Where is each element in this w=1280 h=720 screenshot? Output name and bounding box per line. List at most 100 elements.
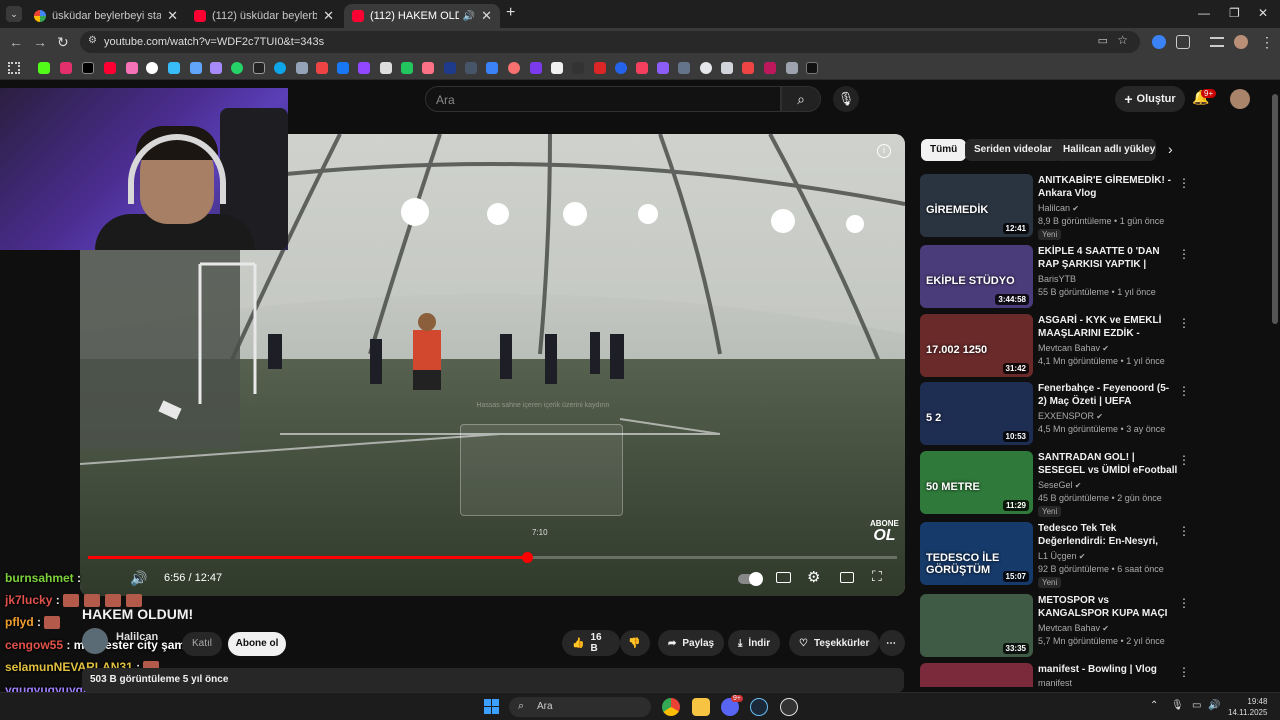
video-thumbnail[interactable]: MANİFEST — [920, 663, 1033, 687]
thanks-button[interactable]: ♡ Teşekkürler — [789, 630, 880, 656]
bookmark-icon[interactable] — [274, 62, 286, 74]
twitch-bookmark-icon[interactable] — [358, 62, 370, 74]
instagram-bookmark-icon[interactable] — [60, 62, 72, 74]
bookmark-icon[interactable] — [380, 62, 392, 74]
tab-search-icon[interactable]: ⌄ — [6, 6, 22, 22]
recommendation-channel[interactable]: Mevtcan Bahav ✔ — [1038, 623, 1109, 633]
show-hidden-icons-chevron[interactable]: ⌃ — [1150, 700, 1158, 711]
profile-avatar-icon[interactable] — [1234, 35, 1248, 49]
taskbar-search-input[interactable]: ⌕ Ara — [509, 697, 651, 717]
recommendation-card[interactable]: MANİFEST manifest - Bowling | Vlog manifes… — [920, 663, 1265, 687]
recommendation-card[interactable]: 5 2 10:53 Fenerbahçe - Feyenoord (5-2) Maç… — [920, 382, 1265, 448]
vpn-extension-icon[interactable] — [1152, 35, 1166, 49]
bookmark-icon[interactable] — [742, 62, 754, 74]
bookmark-icon[interactable] — [508, 62, 520, 74]
more-options-icon[interactable]: ⋮ — [1178, 176, 1190, 190]
windows-start-icon[interactable] — [484, 699, 500, 715]
kick-bookmark-icon[interactable] — [38, 62, 50, 74]
search-button[interactable]: ⌕ — [781, 86, 821, 112]
bookmark-icon[interactable] — [594, 62, 606, 74]
app-icon[interactable] — [780, 698, 798, 716]
bookmark-icon[interactable] — [572, 62, 584, 74]
site-info-icon[interactable]: ⚙ — [88, 35, 97, 46]
close-tab-icon[interactable]: ✕ — [167, 8, 178, 24]
browser-menu-icon[interactable]: ⋮ — [1260, 34, 1274, 51]
google-bookmark-icon[interactable] — [146, 62, 158, 74]
recommendation-title[interactable]: METOSPOR vs KANGALSPOR KUPA MAÇI FULL İZ… — [1038, 594, 1178, 620]
browser-tab-1[interactable]: üsküdar beylerbeyi stadı - Goo ✕ — [26, 4, 186, 28]
close-tab-icon[interactable]: ✕ — [323, 8, 334, 24]
bookmark-icon[interactable] — [486, 62, 498, 74]
bookmark-icon[interactable] — [678, 62, 690, 74]
bookmark-icon[interactable] — [444, 62, 456, 74]
recommendation-title[interactable]: EKİPLE 4 SAATTE 0 'DAN RAP ŞARKISI YAPTI… — [1038, 245, 1178, 271]
microphone-tray-icon[interactable]: 🎙 — [1171, 700, 1184, 711]
video-thumbnail[interactable]: 50 METRE 11:29 — [920, 451, 1033, 514]
more-options-icon[interactable]: ⋮ — [1178, 596, 1190, 610]
more-actions-button[interactable]: ⋯ — [879, 630, 905, 656]
recommendation-title[interactable]: Fenerbahçe - Feyenoord (5-2) Maç Özeti |… — [1038, 382, 1178, 408]
close-tab-icon[interactable]: ✕ — [481, 8, 492, 24]
more-options-icon[interactable]: ⋮ — [1178, 453, 1190, 467]
recommendation-title[interactable]: ANITKABİR'E GİREMEDİK! - Ankara Vlog — [1038, 174, 1178, 200]
recommendation-title[interactable]: manifest - Bowling | Vlog — [1038, 663, 1178, 676]
network-icon[interactable]: ▭ — [1192, 700, 1201, 711]
chip-all[interactable]: Tümü — [921, 139, 967, 161]
apps-grid-icon[interactable] — [8, 62, 20, 74]
video-thumbnail[interactable]: 33:35 — [920, 594, 1033, 657]
bookmark-icon[interactable] — [657, 62, 669, 74]
facebook-bookmark-icon[interactable] — [337, 62, 349, 74]
chrome-taskbar-icon[interactable] — [662, 698, 680, 716]
video-thumbnail[interactable]: EKİPLE STÜDYO 3:44:58 — [920, 245, 1033, 308]
channel-avatar[interactable] — [82, 628, 108, 654]
recommendation-card[interactable]: EKİPLE STÜDYO 3:44:58 EKİPLE 4 SAATTE 0 'D… — [920, 245, 1265, 311]
more-options-icon[interactable]: ⋮ — [1178, 316, 1190, 330]
video-thumbnail[interactable]: GİREMEDİK 12:41 — [920, 174, 1033, 237]
search-input[interactable]: Ara — [425, 86, 781, 112]
recommendation-card[interactable]: 50 METRE 11:29 SANTRADAN GOL! | SESEGEL vs… — [920, 451, 1265, 517]
browser-tab-3[interactable]: (112) HAKEM OLDUM! - Yo 🔊 ✕ — [344, 4, 500, 28]
video-thumbnail[interactable]: 5 2 10:53 — [920, 382, 1033, 445]
recommendation-card[interactable]: 33:35 METOSPOR vs KANGALSPOR KUPA MAÇI FU… — [920, 594, 1265, 660]
subscribe-button[interactable]: Abone ol — [228, 632, 286, 656]
recommendation-card[interactable]: 17.002 1250 31:42 ASGARİ - KYK ve EMEKLİ M… — [920, 314, 1265, 380]
account-avatar[interactable] — [1230, 89, 1250, 109]
steam-icon[interactable] — [750, 698, 768, 716]
bookmark-icon[interactable] — [636, 62, 648, 74]
more-options-icon[interactable]: ⋮ — [1178, 524, 1190, 538]
progress-bar[interactable] — [88, 552, 897, 563]
chip-series[interactable]: Seriden videolar — [965, 139, 1061, 161]
bookmark-icon[interactable] — [168, 62, 180, 74]
bookmark-icon[interactable] — [253, 62, 265, 74]
more-options-icon[interactable]: ⋮ — [1178, 247, 1190, 261]
bookmark-icon[interactable] — [465, 62, 477, 74]
url-field[interactable]: ⚙ youtube.com/watch?v=WDF2c7TUI0&t=343s … — [80, 31, 1140, 53]
restore-icon[interactable]: ❐ — [1229, 6, 1240, 20]
recommendation-card[interactable]: TEDESCO İLE GÖRÜŞTÜM 15:07 Tedesco Tek Tek… — [920, 522, 1265, 588]
back-icon[interactable]: ← — [9, 34, 23, 50]
youtube-bookmark-icon[interactable] — [104, 62, 116, 74]
bookmark-star-icon[interactable]: ☆ — [1117, 33, 1128, 47]
share-button[interactable]: ➦ Paylaş — [658, 630, 725, 656]
x-bookmark-icon[interactable] — [82, 62, 94, 74]
bookmark-icon[interactable] — [786, 62, 798, 74]
more-options-icon[interactable]: ⋮ — [1178, 384, 1190, 398]
cast-icon[interactable]: ▭ — [1098, 34, 1108, 47]
recommendation-channel[interactable]: BarisYTB — [1038, 274, 1076, 284]
system-clock[interactable]: 19:48 14.11.2025 — [1228, 696, 1267, 718]
recommendation-title[interactable]: ASGARİ - KYK ve EMEKLİ MAAŞLARINI EZDİK … — [1038, 314, 1178, 340]
channel-name[interactable]: Halilcan — [116, 631, 158, 643]
extensions-icon[interactable] — [1176, 35, 1190, 49]
bookmark-icon[interactable] — [296, 62, 308, 74]
bookmark-icon[interactable] — [721, 62, 733, 74]
bookmark-icon[interactable] — [764, 62, 776, 74]
subtitles-icon[interactable] — [776, 572, 791, 583]
settings-gear-icon[interactable]: ⚙ — [807, 568, 820, 586]
recommendation-channel[interactable]: Halilcan ✔ — [1038, 203, 1079, 213]
voice-search-button[interactable]: 🎙 — [833, 86, 859, 112]
page-scrollbar[interactable] — [1270, 80, 1280, 692]
bookmark-icon[interactable] — [126, 62, 138, 74]
bookmark-icon[interactable] — [210, 62, 222, 74]
forward-icon[interactable]: → — [33, 34, 47, 50]
more-options-icon[interactable]: ⋮ — [1178, 665, 1190, 679]
